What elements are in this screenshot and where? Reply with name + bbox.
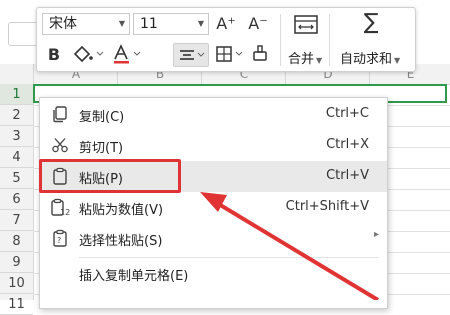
red-arrow-icon	[200, 192, 380, 300]
